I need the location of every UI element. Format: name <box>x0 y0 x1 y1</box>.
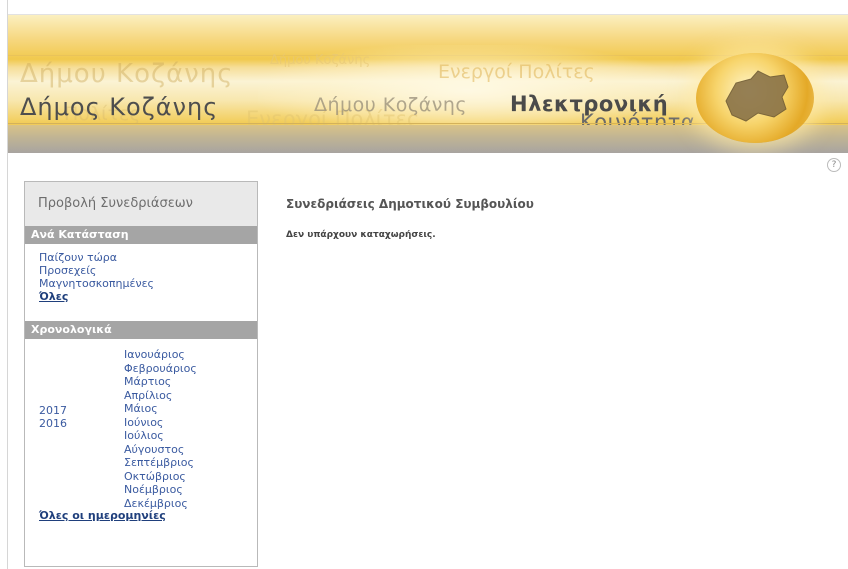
month-link[interactable]: Ιούλιος <box>124 429 197 443</box>
page-title: Συνεδριάσεις Δημοτικού Συμβουλίου <box>286 197 534 211</box>
month-link[interactable]: Φεβρουάριος <box>124 362 197 376</box>
section-header-status: Ανά Κατάσταση <box>25 226 257 244</box>
month-link[interactable]: Αύγουστος <box>124 443 197 457</box>
status-link-upcoming[interactable]: Προσεχείς <box>39 264 257 277</box>
banner-ghost-text: Δήμου Κοζάνης <box>270 53 371 68</box>
header-banner: Δήμου Κοζάνης Πολίτες Δήμου Κοζάνης Ενερ… <box>8 15 848 153</box>
year-link[interactable]: 2016 <box>39 417 67 430</box>
banner-municipality-text: Δήμου Κοζάνης <box>314 94 468 116</box>
month-link[interactable]: Νοέμβριος <box>124 483 197 497</box>
status-link-all[interactable]: Όλες <box>39 290 257 303</box>
banner-ghost-text: Ενεργοί Πολίτες <box>438 61 595 83</box>
month-link[interactable]: Σεπτέμβριος <box>124 456 197 470</box>
site-name[interactable]: Δήμος Κοζάνης <box>20 93 218 121</box>
month-link[interactable]: Μάιος <box>124 402 197 416</box>
section-header-chronological: Χρονολογικά <box>25 321 257 339</box>
month-link[interactable]: Οκτώβριος <box>124 470 197 484</box>
help-icon[interactable]: ? <box>827 158 841 172</box>
kozani-map-emblem-icon <box>696 53 814 143</box>
year-link[interactable]: 2017 <box>39 404 67 417</box>
month-list: Ιανουάριος Φεβρουάριος Μάρτιος Απρίλιος … <box>124 348 197 510</box>
year-list: 2017 2016 <box>39 404 67 430</box>
status-link-live[interactable]: Παίζουν τώρα <box>39 251 257 264</box>
month-link[interactable]: Ιανουάριος <box>124 348 197 362</box>
banner-ghost-text: Δήμου Κοζάνης <box>20 59 234 89</box>
empty-message: Δεν υπάρχουν καταχωρήσεις. <box>286 230 436 240</box>
month-link[interactable]: Απρίλιος <box>124 389 197 403</box>
month-link[interactable]: Ιούνιος <box>124 416 197 430</box>
sidebar-title: Προβολή Συνεδριάσεων <box>25 182 257 226</box>
all-dates-link[interactable]: Όλες οι ημερομηνίες <box>39 509 257 522</box>
chronological-filter: 2017 2016 Ιανουάριος Φεβρουάριος Μάρτιος… <box>25 339 257 510</box>
status-link-recorded[interactable]: Μαγνητοσκοπημένες <box>39 277 257 290</box>
status-filter-list: Παίζουν τώρα Προσεχείς Μαγνητοσκοπημένες… <box>25 244 257 321</box>
month-link[interactable]: Δεκέμβριος <box>124 497 197 511</box>
month-link[interactable]: Μάρτιος <box>124 375 197 389</box>
sidebar: Προβολή Συνεδριάσεων Ανά Κατάσταση Παίζο… <box>24 181 258 567</box>
